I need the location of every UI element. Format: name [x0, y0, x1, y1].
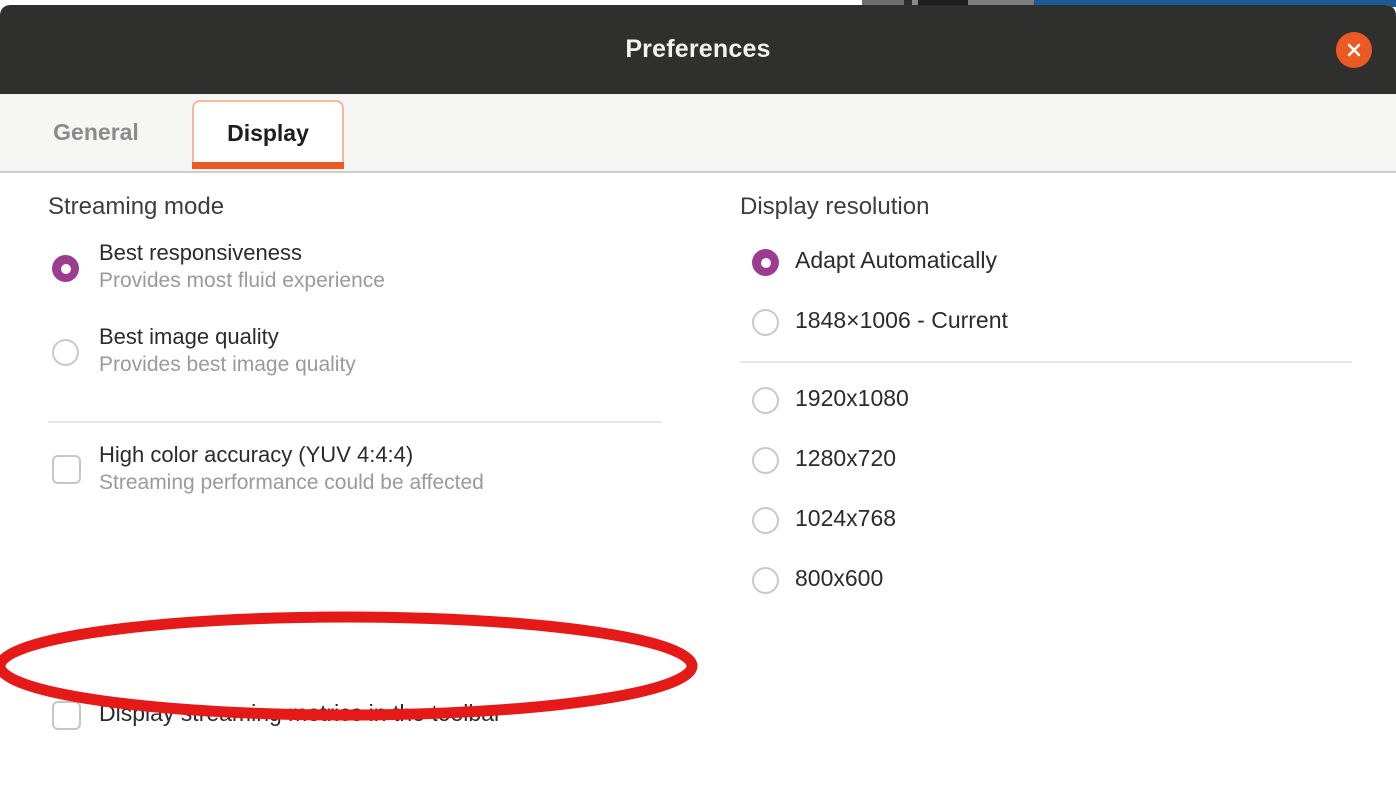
radio-1848x1006-current[interactable] [752, 309, 779, 336]
option-label: 1024x768 [795, 503, 896, 533]
close-icon [1345, 41, 1363, 59]
radio-adapt-automatically[interactable] [752, 249, 779, 276]
tab-display-active-indicator [192, 162, 344, 169]
display-resolution-heading: Display resolution [740, 193, 929, 221]
tab-general-label: General [53, 119, 139, 146]
display-resolution-divider [740, 361, 1352, 363]
checkbox-option-display-metrics[interactable]: Display streaming metrics in the toolbar [52, 698, 502, 730]
radio-option-adapt-automatically[interactable]: Adapt Automatically [752, 245, 997, 276]
option-text-group: High color accuracy (YUV 4:4:4) Streamin… [99, 441, 484, 497]
radio-option-1280x720[interactable]: 1280x720 [752, 443, 896, 474]
preferences-dialog: Preferences General Display Streaming mo… [0, 5, 1396, 806]
streaming-mode-heading: Streaming mode [48, 193, 224, 221]
tab-display-label: Display [227, 120, 309, 147]
option-label: Best responsiveness [99, 239, 385, 267]
preferences-content: Streaming mode Best responsiveness Provi… [0, 173, 1396, 806]
radio-option-800x600[interactable]: 800x600 [752, 563, 883, 594]
option-label: Best image quality [99, 323, 356, 351]
checkbox-display-streaming-metrics[interactable] [52, 701, 81, 730]
radio-option-best-responsiveness[interactable]: Best responsiveness Provides most fluid … [52, 239, 385, 295]
radio-option-1848x1006-current[interactable]: 1848×1006 - Current [752, 305, 1008, 336]
radio-option-1024x768[interactable]: 1024x768 [752, 503, 896, 534]
radio-option-best-image-quality[interactable]: Best image quality Provides best image q… [52, 323, 356, 379]
option-text-group: Best image quality Provides best image q… [99, 323, 356, 379]
option-label: Display streaming metrics in the toolbar [99, 698, 502, 728]
dialog-titlebar: Preferences [0, 5, 1396, 94]
checkbox-high-color-accuracy[interactable] [52, 455, 81, 484]
streaming-mode-divider [48, 421, 662, 423]
tab-bar: General Display [0, 94, 1396, 173]
option-description: Provides best image quality [99, 351, 356, 379]
option-label: Adapt Automatically [795, 245, 997, 275]
close-button[interactable] [1336, 32, 1372, 68]
tab-general[interactable]: General [28, 100, 164, 164]
radio-best-image-quality[interactable] [52, 339, 79, 366]
option-label: 1920x1080 [795, 383, 909, 413]
option-description: Provides most fluid experience [99, 267, 385, 295]
checkbox-option-high-color-accuracy[interactable]: High color accuracy (YUV 4:4:4) Streamin… [52, 441, 484, 497]
option-label: High color accuracy (YUV 4:4:4) [99, 441, 484, 469]
radio-800x600[interactable] [752, 567, 779, 594]
radio-best-responsiveness[interactable] [52, 255, 79, 282]
radio-1920x1080[interactable] [752, 387, 779, 414]
radio-1280x720[interactable] [752, 447, 779, 474]
dialog-title: Preferences [0, 35, 1396, 64]
option-text-group: Best responsiveness Provides most fluid … [99, 239, 385, 295]
tab-display[interactable]: Display [192, 100, 344, 164]
option-label: 1280x720 [795, 443, 896, 473]
option-description: Streaming performance could be affected [99, 469, 484, 497]
option-label: 800x600 [795, 563, 883, 593]
radio-option-1920x1080[interactable]: 1920x1080 [752, 383, 909, 414]
radio-1024x768[interactable] [752, 507, 779, 534]
option-label: 1848×1006 - Current [795, 305, 1008, 335]
